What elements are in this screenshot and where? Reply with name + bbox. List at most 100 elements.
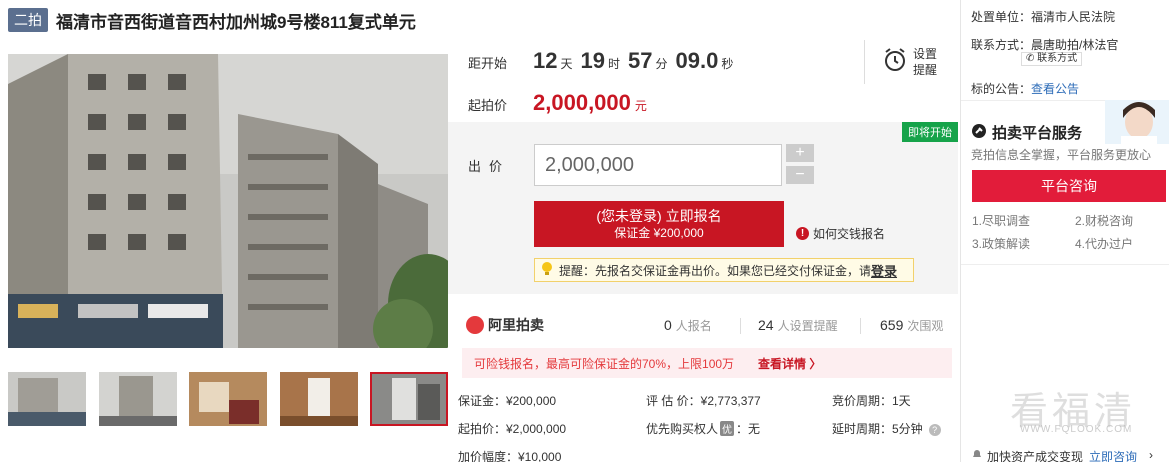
service-item[interactable]: 3.政策解读 [972, 235, 1030, 252]
auction-panel: 距开始 12 天 19 时 57 分 09.0 秒 设置提醒 起拍价 2,000… [448, 36, 958, 462]
increment-detail: 加价幅度：¥10,000 [458, 450, 562, 462]
item-title: 福清市音西街道音西村加州城9号楼811复式单元 [56, 12, 416, 32]
thumbnail-4[interactable] [279, 372, 358, 426]
service-title: 拍卖平台服务 [971, 122, 1082, 143]
countdown-minutes-unit: 分 [655, 57, 668, 71]
how-to-pay-label: 如何交钱报名 [813, 227, 886, 241]
start-price-row: 起拍价 2,000,000 元 [468, 90, 647, 116]
info-icon: ! [796, 227, 809, 240]
platform-name: 阿里拍卖 [488, 317, 544, 333]
auction-page: 二拍 福清市音西街道音西村加州城9号楼811复式单元 距开始 12 天 19 时… [0, 0, 1169, 462]
countdown-seconds-unit: 秒 [721, 57, 734, 71]
bid-amount-input[interactable] [534, 144, 782, 186]
deposit-deduction-bar: 可险钱报名，最高可险保证金的70%，上限100万 查看详情 〉 [462, 348, 952, 378]
signup-deposit-label: 保证金 ¥200,000 [614, 226, 704, 240]
signup-count: 0 人报名 [664, 317, 712, 334]
thumbnail-strip [8, 372, 448, 426]
service-subtitle: 竞拍信息全掌握，平台服务更放心 [971, 148, 1152, 162]
service-item[interactable]: 1.尽职调查 [972, 212, 1030, 229]
view-notice-link[interactable]: 查看公告 [1031, 82, 1079, 96]
title-row: 二拍 福清市音西街道音西村加州城9号楼811复式单元 [8, 8, 416, 32]
main-photo[interactable] [8, 54, 448, 348]
countdown-hours: 19 [580, 48, 605, 73]
notice-label: 标的公告： [971, 82, 1032, 96]
disposal-unit-label: 处置单位： [971, 10, 1032, 24]
thumbnail-1[interactable] [8, 372, 86, 426]
service-item[interactable]: 4.代办过户 [1075, 235, 1133, 252]
stats-row: 阿里拍卖 0 人报名 24 人设置提醒 659 次围观 [448, 310, 958, 340]
bid-label: 出价 [468, 159, 511, 174]
round-badge: 二拍 [8, 8, 48, 32]
login-link[interactable]: 登录 [871, 261, 897, 280]
tip-text: 提醒：先报名交保证金再出价。如果您已经交付保证金，请 [559, 263, 872, 278]
deposit-detail: 保证金：¥200,000 [458, 394, 557, 408]
signup-count-label: 人报名 [675, 318, 712, 333]
contact-label: 联系方式： [971, 38, 1032, 52]
bidding-period-detail: 竞价周期：1天 [832, 394, 911, 408]
priority-icon: 优 [720, 421, 735, 436]
view-count: 659 次围观 [880, 317, 943, 334]
countdown-seconds: 09.0 [675, 48, 719, 73]
contact-button-label: 联系方式 [1037, 53, 1078, 64]
thumbnail-2[interactable] [98, 372, 177, 426]
deposit-tip: 提醒：先报名交保证金再出价。如果您已经交付保证金，请 登录 [534, 258, 914, 282]
thumbnail-3[interactable] [189, 372, 267, 426]
reminder-count-value: 24 [758, 316, 774, 333]
lightbulb-icon [541, 261, 553, 279]
notice-row: 标的公告：查看公告 [971, 80, 1079, 97]
how-to-pay-link[interactable]: ! 如何交钱报名 [796, 225, 885, 242]
countdown-hours-unit: 时 [608, 57, 621, 71]
view-details-link[interactable]: 查看详情 〉 [758, 355, 821, 372]
signup-count-value: 0 [664, 316, 672, 333]
contact-value: 晨唐助拍/林法官 [1031, 38, 1119, 52]
appraisal-detail: 评 估 价：¥2,773,377 [646, 394, 761, 408]
extension-detail: 延时周期：5分钟? [832, 420, 941, 437]
service-item[interactable]: 2.财税咨询 [1075, 212, 1133, 229]
priority-buyer-detail: 优先购买权人优：无 [646, 420, 760, 437]
contact-info: 联系方式：晨唐助拍/林法官 [971, 36, 1118, 53]
consult-now-link[interactable]: 立即咨询 [1089, 448, 1137, 462]
ali-auction-logo-icon [466, 316, 484, 334]
asset-consult-text: 加快资产成交变现 [987, 450, 1084, 462]
increase-bid-button[interactable]: + [786, 144, 814, 162]
countdown: 距开始 12 天 19 时 57 分 09.0 秒 [468, 48, 741, 74]
alarm-clock-icon [883, 47, 907, 78]
service-agent-avatar [1105, 100, 1169, 144]
start-price-unit: 元 [634, 99, 647, 113]
stat-divider [740, 318, 741, 334]
disposal-unit-value: 福清市人民法院 [1031, 10, 1116, 24]
bid-box: 即将开始 出价 + − (您未登录) 立即报名 保证金 ¥200,000 ! 如… [448, 122, 958, 294]
countdown-days: 12 [533, 48, 558, 73]
set-reminder-label: 设置提醒 [913, 47, 938, 77]
reminder-count: 24 人设置提醒 [758, 317, 838, 334]
countdown-label: 距开始 [468, 56, 508, 71]
coming-soon-badge: 即将开始 [902, 122, 958, 142]
priority-buyer-value: ：无 [736, 422, 761, 436]
decrease-bid-button[interactable]: − [786, 166, 814, 184]
help-icon[interactable]: ? [928, 424, 941, 436]
contact-button[interactable]: ✆ 联系方式 [1021, 52, 1083, 66]
phone-icon: ✆ [1026, 53, 1035, 64]
stat-divider [860, 318, 861, 334]
bell-icon [971, 448, 983, 462]
chevron-right-icon[interactable]: › [1149, 448, 1153, 462]
countdown-minutes: 57 [628, 48, 653, 73]
gavel-icon [971, 123, 987, 143]
service-title-label: 拍卖平台服务 [992, 125, 1083, 142]
site-watermark-url: WWW.FQLOOK.COM [1020, 424, 1133, 435]
divider [961, 264, 1169, 265]
signup-button[interactable]: (您未登录) 立即报名 保证金 ¥200,000 [534, 201, 784, 247]
set-reminder-button[interactable]: 设置提醒 [864, 40, 954, 84]
ali-auction-logo: 阿里拍卖 [466, 315, 544, 335]
asset-consult-row: 加快资产成交变现 立即咨询 › [971, 448, 1153, 462]
deduction-text: 可险钱报名，最高可险保证金的70%，上限100万 [474, 356, 735, 371]
platform-consult-button[interactable]: 平台咨询 [972, 170, 1166, 202]
reminder-count-label: 人设置提醒 [777, 318, 838, 333]
extension-label: 延时周期：5分钟 [832, 422, 923, 436]
thumbnail-5-selected[interactable] [370, 372, 448, 426]
start-price-value: 2,000,000 [533, 90, 631, 115]
start-price-label: 起拍价 [468, 98, 508, 113]
signup-button-label: (您未登录) 立即报名 [596, 208, 722, 224]
countdown-days-unit: 天 [560, 57, 573, 71]
disposal-unit: 处置单位：福清市人民法院 [971, 8, 1115, 25]
